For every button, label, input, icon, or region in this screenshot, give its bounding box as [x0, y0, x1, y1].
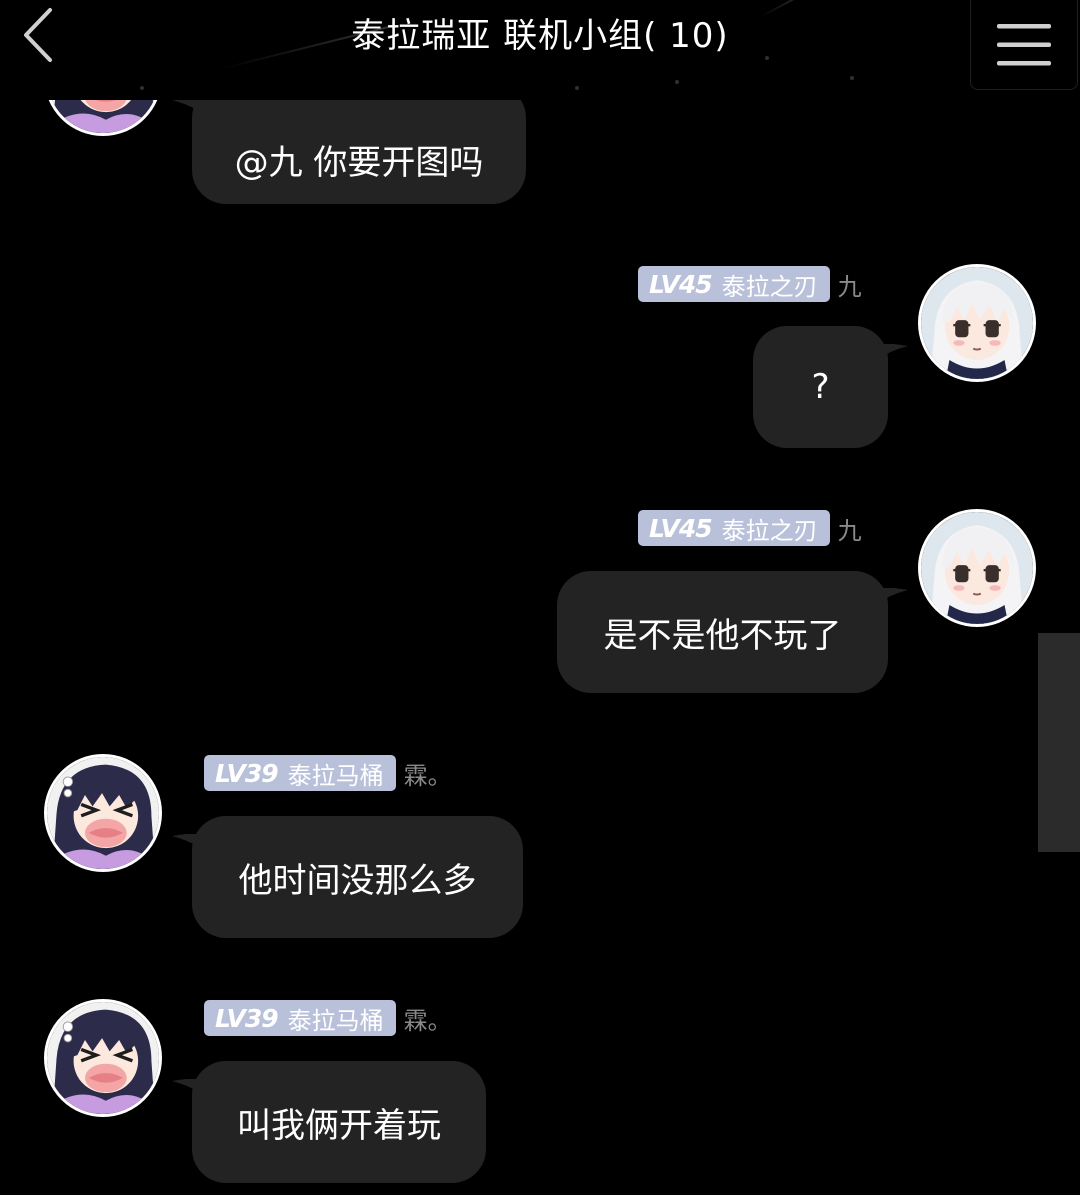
message-text: 是不是他不玩了: [603, 615, 842, 656]
message-list[interactable]: @九 你要开图吗 LV45 泰拉之刃 九 ? LV45 泰拉之刃 九 是不是他不…: [0, 100, 1080, 1195]
sender-nickname[interactable]: 九: [838, 511, 862, 546]
sender-meta: LV45 泰拉之刃 九: [638, 509, 862, 547]
message-text: @九 你要开图吗: [234, 142, 484, 183]
avatar[interactable]: [44, 100, 162, 136]
level-text: LV45: [649, 513, 713, 543]
scrollbar-thumb[interactable]: [1038, 633, 1080, 852]
chat-title: 泰拉瑞亚 联机小组( 10): [351, 16, 729, 56]
badge-title: 泰拉马桶: [287, 761, 384, 790]
message-bubble[interactable]: 他时间没那么多: [192, 816, 523, 938]
background-star: [140, 86, 144, 90]
level-text: LV39: [215, 758, 279, 788]
menu-button[interactable]: [970, 0, 1078, 90]
purple-hair-anime-avatar: [47, 757, 159, 869]
message-text: 叫我俩开着玩: [237, 1105, 441, 1146]
message-bubble[interactable]: @九 你要开图吗: [192, 100, 526, 204]
back-button[interactable]: [12, 4, 62, 66]
background-star: [675, 80, 679, 84]
message-bubble[interactable]: 是不是他不玩了: [557, 571, 888, 693]
sender-nickname[interactable]: 霖。: [404, 756, 452, 791]
sender-meta: LV39 泰拉马桶 霖。: [204, 999, 452, 1037]
white-hair-anime-avatar: [921, 267, 1033, 379]
background-star: [575, 86, 579, 90]
avatar[interactable]: [44, 754, 162, 872]
badge-title: 泰拉马桶: [287, 1006, 384, 1035]
badge-title: 泰拉之刃: [721, 516, 818, 545]
level-badge: LV45 泰拉之刃: [638, 266, 830, 302]
level-badge: LV39 泰拉马桶: [204, 755, 396, 791]
sender-meta: LV39 泰拉马桶 霖。: [204, 754, 452, 792]
sender-nickname[interactable]: 九: [838, 267, 862, 302]
message-text: 他时间没那么多: [238, 860, 477, 901]
message-bubble[interactable]: 叫我俩开着玩: [192, 1061, 486, 1183]
badge-title: 泰拉之刃: [721, 272, 818, 301]
purple-hair-anime-avatar: [47, 1002, 159, 1114]
message-text: ?: [811, 367, 830, 407]
avatar[interactable]: [918, 509, 1036, 627]
level-badge: LV39 泰拉马桶: [204, 1000, 396, 1036]
message-bubble[interactable]: ?: [753, 326, 888, 448]
avatar[interactable]: [918, 264, 1036, 382]
level-text: LV45: [649, 269, 713, 299]
sender-nickname[interactable]: 霖。: [404, 1001, 452, 1036]
chat-header: 泰拉瑞亚 联机小组( 10): [0, 0, 1080, 100]
sender-meta: LV45 泰拉之刃 九: [638, 265, 862, 303]
level-badge: LV45 泰拉之刃: [638, 510, 830, 546]
background-star: [850, 76, 854, 80]
level-text: LV39: [215, 1003, 279, 1033]
avatar[interactable]: [44, 999, 162, 1117]
chevron-left-icon: [24, 8, 52, 62]
purple-hair-anime-avatar: [47, 100, 159, 133]
white-hair-anime-avatar: [921, 512, 1033, 624]
hamburger-menu-icon: [997, 23, 1051, 65]
